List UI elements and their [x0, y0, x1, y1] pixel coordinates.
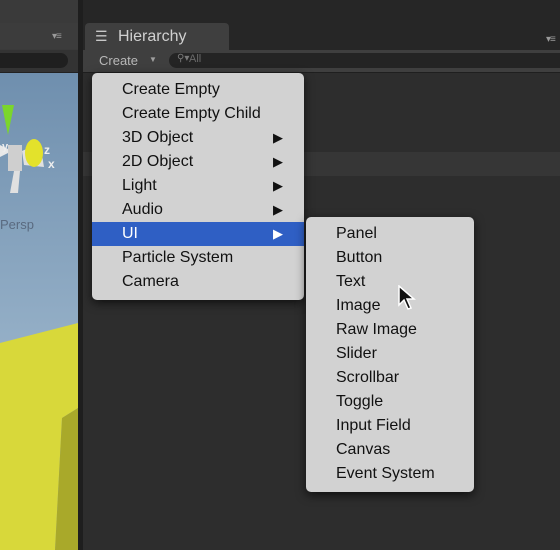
list-icon: ☰ — [95, 28, 108, 44]
menu-item-label: Create Empty — [122, 81, 220, 98]
search-placeholder: All — [189, 53, 202, 65]
tab-hierarchy[interactable]: ☰ Hierarchy — [85, 23, 229, 50]
menu-item-label: Slider — [336, 345, 377, 362]
panel-menu-icon[interactable]: ▾≡ — [546, 34, 556, 45]
create-menu: Create Empty Create Empty Child 3D Objec… — [92, 73, 304, 300]
gizmo-z-label: z — [44, 143, 50, 157]
menu-item-light[interactable]: Light ▶ — [92, 174, 304, 198]
gizmo-y-arrow — [2, 105, 14, 135]
hierarchy-tab-title: Hierarchy — [118, 28, 187, 45]
menu-item-scrollbar[interactable]: Scrollbar — [306, 366, 474, 390]
menu-item-label: 3D Object — [122, 129, 194, 146]
menu-item-slider[interactable]: Slider — [306, 342, 474, 366]
menu-item-label: Button — [336, 249, 383, 266]
menu-item-label: Scrollbar — [336, 369, 400, 386]
panel-menu-icon[interactable]: ▾≡ — [52, 31, 62, 42]
menu-item-label: Raw Image — [336, 321, 417, 338]
menu-item-label: Audio — [122, 201, 163, 218]
menu-item-label: Particle System — [122, 249, 234, 266]
menu-item-raw-image[interactable]: Raw Image — [306, 318, 474, 342]
menu-item-audio[interactable]: Audio ▶ — [92, 198, 304, 222]
menu-item-camera[interactable]: Camera — [92, 270, 304, 294]
menu-item-event-system[interactable]: Event System — [306, 462, 474, 486]
menu-item-label: Text — [336, 273, 366, 290]
menu-item-particle-system[interactable]: Particle System — [92, 246, 304, 270]
menu-item-create-empty[interactable]: Create Empty — [92, 78, 304, 102]
menu-item-label: Panel — [336, 225, 377, 242]
menu-item-button[interactable]: Button — [306, 246, 474, 270]
menu-item-label: Image — [336, 297, 381, 314]
menu-item-canvas[interactable]: Canvas — [306, 438, 474, 462]
scene-viewport[interactable]: Persp y z x — [0, 73, 78, 550]
menu-item-2d-object[interactable]: 2D Object ▶ — [92, 150, 304, 174]
menu-item-create-empty-child[interactable]: Create Empty Child — [92, 102, 304, 126]
submenu-arrow-icon: ▶ — [273, 226, 283, 241]
menu-item-image[interactable]: Image — [306, 294, 474, 318]
menu-item-label: Canvas — [336, 441, 391, 458]
scene-gizmo[interactable] — [0, 93, 78, 223]
search-input[interactable]: ⚲▾ All — [169, 53, 560, 68]
menu-item-3d-object[interactable]: 3D Object ▶ — [92, 126, 304, 150]
menu-item-label: Event System — [336, 465, 435, 482]
search-icon: ⚲▾ — [177, 53, 190, 64]
gizmo-down-arrow — [10, 171, 20, 193]
menu-item-label: Light — [122, 177, 157, 194]
menu-item-label: Toggle — [336, 393, 384, 410]
submenu-arrow-icon: ▶ — [273, 202, 283, 217]
scene-toolbar — [0, 50, 78, 73]
menu-item-label: UI — [122, 225, 138, 242]
hierarchy-toolbar: Create ▼ ⚲▾ All — [83, 50, 560, 73]
chevron-down-icon[interactable]: ▼ — [149, 55, 157, 64]
menu-item-input-field[interactable]: Input Field — [306, 414, 474, 438]
create-button[interactable]: Create — [99, 53, 138, 68]
hierarchy-tab-bar: ☰ Hierarchy ▾≡ — [83, 0, 560, 50]
menu-item-label: Camera — [122, 273, 179, 290]
menu-item-label: 2D Object — [122, 153, 194, 170]
submenu-arrow-icon: ▶ — [273, 154, 283, 169]
scene-tab-header — [0, 23, 78, 49]
menu-item-ui[interactable]: UI ▶ — [92, 222, 304, 246]
mouse-cursor-icon — [398, 285, 416, 310]
menu-item-text[interactable]: Text — [306, 270, 474, 294]
menu-item-panel[interactable]: Panel — [306, 222, 474, 246]
menu-item-label: Input Field — [336, 417, 411, 434]
scene-panel: ▾≡ Persp y z x — [0, 0, 78, 550]
menu-item-label: Create Empty Child — [122, 105, 261, 122]
menu-item-toggle[interactable]: Toggle — [306, 390, 474, 414]
submenu-arrow-icon: ▶ — [273, 130, 283, 145]
gizmo-y-label: y — [2, 141, 9, 153]
scene-search-field[interactable] — [0, 53, 68, 68]
gizmo-center-cube — [8, 145, 22, 171]
submenu-arrow-icon: ▶ — [273, 178, 283, 193]
gizmo-z-cone — [25, 139, 43, 167]
gizmo-x-label: x — [48, 157, 55, 171]
ui-submenu: Panel Button Text Image Raw Image Slider… — [306, 217, 474, 492]
